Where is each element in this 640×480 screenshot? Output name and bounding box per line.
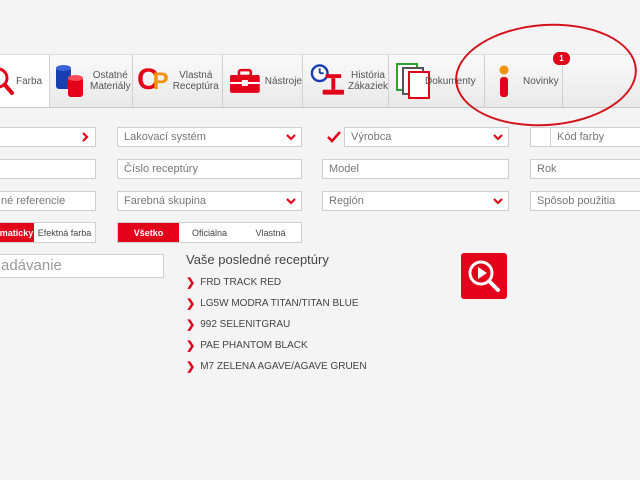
toggle-efektna-farba[interactable]: Efektná farba bbox=[34, 223, 95, 242]
sposob-pouzitia-dropdown[interactable]: Spôsob použitia bbox=[530, 191, 640, 211]
toolbox-icon bbox=[229, 68, 260, 93]
kod-farby-label: Kód farby bbox=[557, 131, 605, 143]
rok-placeholder: Rok bbox=[537, 163, 557, 175]
chevron-down-icon bbox=[286, 198, 296, 205]
toggle-maticky[interactable]: maticky bbox=[0, 223, 34, 242]
recent-recipe-label: 992 SELENITGRAU bbox=[200, 319, 291, 330]
rok-input[interactable]: Rok bbox=[530, 159, 640, 179]
search-input[interactable]: adávanie bbox=[0, 254, 164, 278]
paint-cans-icon bbox=[56, 65, 83, 97]
cislo-receptury-input[interactable]: Číslo receptúry bbox=[117, 159, 302, 179]
farebna-skupina-label: Farebná skupina bbox=[124, 195, 206, 207]
recent-recipes-title: Vaše posledné receptúry bbox=[186, 252, 329, 267]
color-type-toggle: maticky Efektná farba bbox=[0, 222, 96, 243]
left-input-row2[interactable] bbox=[0, 159, 96, 179]
chevron-down-icon bbox=[493, 134, 503, 141]
toggle-vsetko[interactable]: Všetko bbox=[118, 223, 179, 242]
model-input[interactable]: Model bbox=[322, 159, 509, 179]
scope-toggle: Všetko Oficiálna Vlastná bbox=[117, 222, 302, 243]
toggle-oficialna[interactable]: Oficiálna bbox=[179, 223, 240, 242]
search-button[interactable] bbox=[461, 253, 507, 299]
filter-left-dropdown[interactable] bbox=[0, 127, 96, 147]
tab-historia-label: História Zákaziek bbox=[347, 70, 388, 92]
magnifier-icon bbox=[0, 67, 14, 95]
tab-farba-label: Farba bbox=[16, 75, 43, 87]
tab-historia-zakaziek[interactable]: História Zákaziek bbox=[303, 55, 389, 107]
arrow-right-icon: ❯ bbox=[186, 277, 196, 289]
chevron-right-icon bbox=[82, 132, 89, 142]
recent-recipe-item[interactable]: ❯ FRD TRACK RED bbox=[186, 276, 281, 289]
play-search-icon bbox=[468, 260, 500, 292]
lakovaci-system-dropdown[interactable]: Lakovací systém bbox=[117, 127, 302, 147]
recent-recipe-label: M7 ZELENA AGAVE/AGAVE GRUEN bbox=[200, 361, 367, 372]
kod-farby-checkbox-box[interactable] bbox=[530, 127, 551, 147]
cislo-receptury-placeholder: Číslo receptúry bbox=[124, 163, 198, 175]
model-placeholder: Model bbox=[329, 163, 359, 175]
vyrobca-checkbox[interactable] bbox=[326, 129, 342, 145]
vyrobca-dropdown[interactable]: Výrobca bbox=[344, 127, 509, 147]
tab-vlastna-receptura[interactable]: CP Vlastná Receptúra bbox=[133, 55, 223, 107]
arrow-right-icon: ❯ bbox=[186, 298, 196, 310]
cp-logo-icon: CP bbox=[137, 63, 169, 96]
arrow-right-icon: ❯ bbox=[186, 361, 196, 373]
tab-vlastna-label: Vlastná Receptúra bbox=[172, 70, 219, 92]
recent-recipe-label: FRD TRACK RED bbox=[200, 277, 282, 288]
referencie-input[interactable]: né referencie bbox=[0, 191, 96, 211]
search-placeholder: adávanie bbox=[1, 257, 62, 274]
recent-recipe-item[interactable]: ❯ 992 SELENITGRAU bbox=[186, 318, 290, 331]
tab-farba[interactable]: Farba bbox=[0, 55, 50, 107]
recent-recipe-item[interactable]: ❯ LG5W MODRA TITAN/TITAN BLUE bbox=[186, 297, 359, 310]
recent-recipe-item[interactable]: ❯ PAE PHANTOM BLACK bbox=[186, 339, 308, 352]
tab-ostatne-label: Ostatné Materiály bbox=[90, 70, 131, 92]
farebna-skupina-dropdown[interactable]: Farebná skupina bbox=[117, 191, 302, 211]
arrow-right-icon: ❯ bbox=[186, 319, 196, 331]
region-label: Región bbox=[329, 195, 364, 207]
recent-recipe-label: PAE PHANTOM BLACK bbox=[200, 340, 308, 351]
vyrobca-label: Výrobca bbox=[351, 131, 392, 143]
lakovaci-system-label: Lakovací systém bbox=[124, 131, 206, 143]
arrow-right-icon: ❯ bbox=[186, 340, 196, 352]
region-dropdown[interactable]: Región bbox=[322, 191, 509, 211]
history-scale-icon bbox=[310, 64, 345, 95]
tab-nastroje-label: Nástroje bbox=[264, 75, 302, 87]
chevron-down-icon bbox=[493, 198, 503, 205]
recent-recipe-label: LG5W MODRA TITAN/TITAN BLUE bbox=[200, 298, 359, 309]
kod-farby-input[interactable]: Kód farby bbox=[551, 127, 640, 147]
recent-recipe-item[interactable]: ❯ M7 ZELENA AGAVE/AGAVE GRUEN bbox=[186, 360, 367, 373]
tab-ostatne-materialy[interactable]: Ostatné Materiály bbox=[50, 55, 133, 107]
chevron-down-icon bbox=[286, 134, 296, 141]
tab-nastroje[interactable]: Nástroje bbox=[223, 55, 303, 107]
referencie-placeholder: né referencie bbox=[1, 195, 66, 207]
toggle-vlastna[interactable]: Vlastná bbox=[240, 223, 301, 242]
sposob-pouzitia-label: Spôsob použitia bbox=[537, 195, 616, 207]
